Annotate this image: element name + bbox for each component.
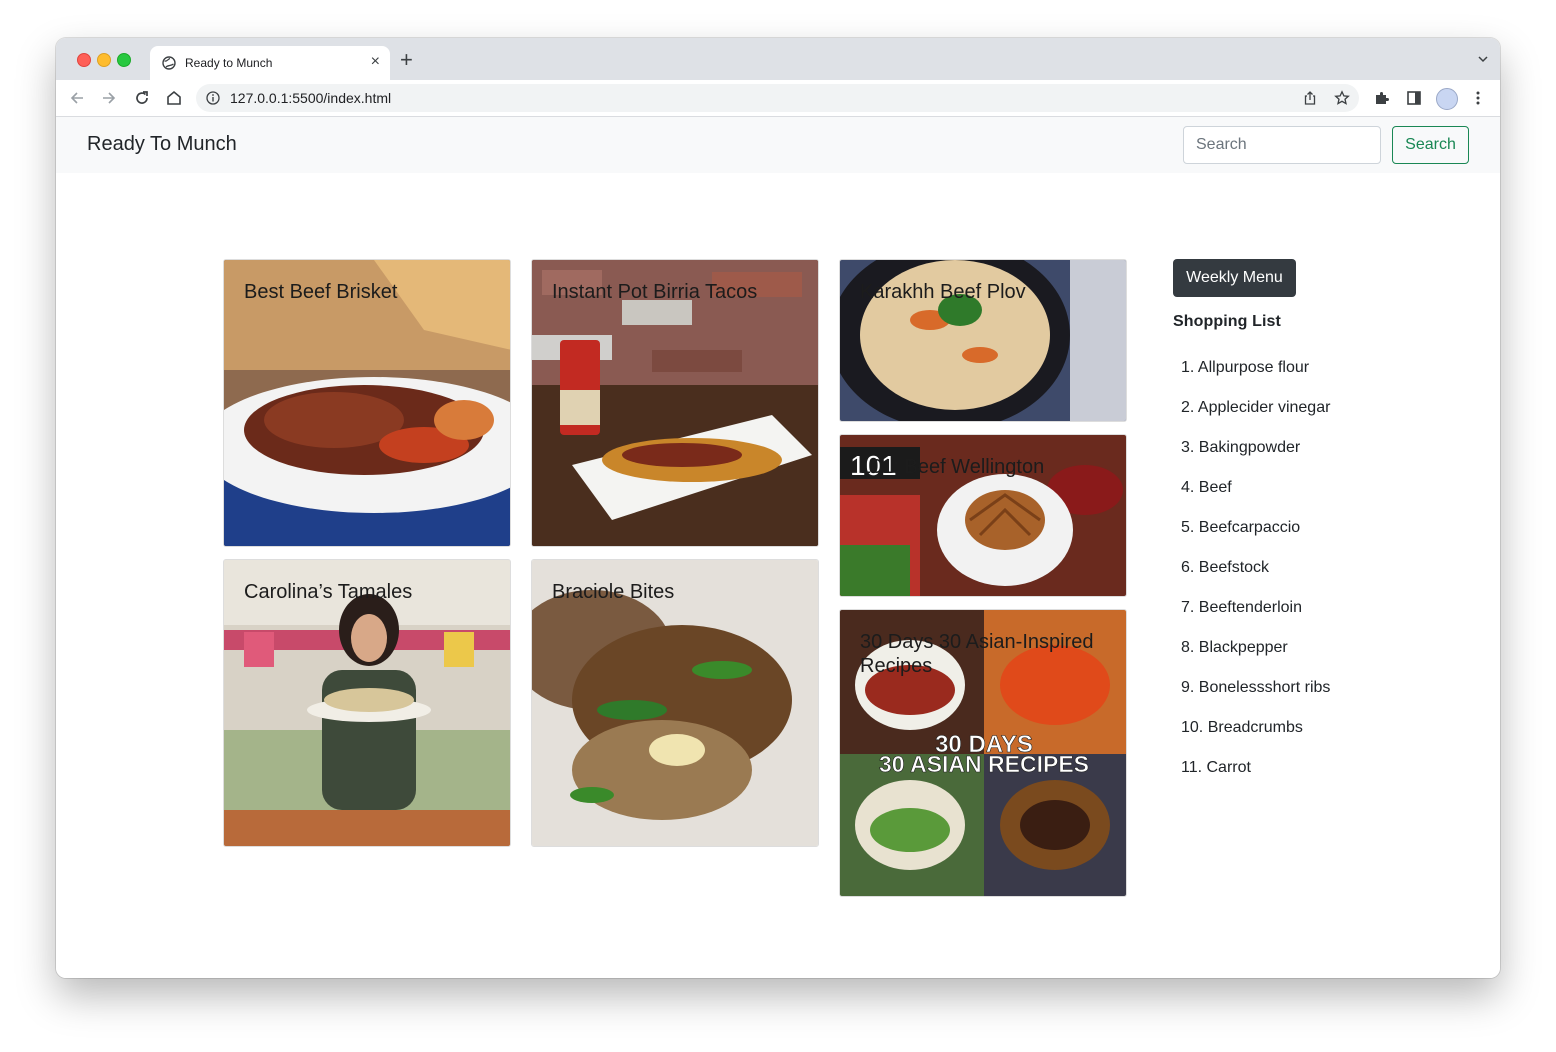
list-item: 4. Beef	[1181, 479, 1232, 496]
recipe-card[interactable]: 30 DAYS 30 ASIAN RECIPES 30 Days 30 Asia…	[839, 609, 1127, 897]
globe-icon	[162, 56, 176, 70]
url-text: 127.0.0.1:5500/index.html	[230, 90, 392, 106]
search-button[interactable]: Search	[1392, 126, 1469, 164]
recipe-title: Karakhh Beef Plov	[860, 281, 1026, 303]
tab-title: Ready to Munch	[185, 56, 273, 70]
side-panel-icon[interactable]	[1406, 90, 1422, 106]
browser-tab[interactable]: Ready to Munch ×	[150, 46, 390, 80]
share-icon[interactable]	[1302, 90, 1318, 106]
recipe-title: Carolina’s Tamales	[244, 581, 413, 603]
browser-toolbar: 127.0.0.1:5500/index.html	[56, 80, 1500, 117]
home-icon[interactable]	[165, 89, 183, 107]
shopping-list: 1. Allpurpose flour 2. Applecider vinega…	[1181, 359, 1330, 799]
recipe-title: Best Beef Brisket	[244, 281, 398, 303]
reload-icon[interactable]	[133, 89, 151, 107]
new-tab-button[interactable]: +	[400, 49, 413, 71]
more-options-icon[interactable]	[1470, 90, 1486, 106]
list-item: 10. Breadcrumbs	[1181, 719, 1303, 736]
info-icon[interactable]	[206, 91, 220, 105]
search-input[interactable]	[1183, 126, 1381, 164]
back-arrow-icon[interactable]	[68, 89, 86, 107]
close-icon[interactable]: ×	[371, 53, 380, 71]
profile-avatar-icon[interactable]	[1436, 88, 1458, 110]
asian-banner-line2: 30 ASIAN RECIPES	[879, 751, 1089, 777]
list-item: 2. Applecider vinegar	[1181, 399, 1331, 416]
list-item: 1. Allpurpose flour	[1181, 359, 1310, 376]
tab-strip: Ready to Munch × +	[56, 38, 1500, 80]
forward-arrow-icon[interactable]	[100, 89, 118, 107]
web-page: Ready To Munch Search Best Beef Brisket	[56, 117, 1500, 978]
shopping-list-title: Shopping List	[1173, 313, 1281, 330]
star-icon[interactable]	[1334, 90, 1350, 106]
list-item: 6. Beefstock	[1181, 559, 1270, 576]
list-item: 5. Beefcarpaccio	[1181, 519, 1301, 536]
close-window-button[interactable]	[77, 53, 91, 67]
list-item: 8. Blackpepper	[1181, 639, 1288, 656]
list-item: 11. Carrot	[1181, 759, 1251, 776]
browser-window: Ready to Munch × + 127.0.0.1:5500/index.…	[56, 38, 1500, 978]
recipe-title: 101: Beef Wellington	[860, 456, 1045, 478]
maximize-window-button[interactable]	[117, 53, 131, 67]
recipe-card[interactable]: Karakhh Beef Plov	[839, 259, 1127, 422]
list-item: 3. Bakingpowder	[1181, 439, 1301, 456]
recipe-card[interactable]: Braciole Bites	[531, 559, 819, 847]
chevron-down-icon[interactable]	[1478, 54, 1488, 64]
list-item: 7. Beeftenderloin	[1181, 599, 1302, 616]
weekly-menu-button[interactable]: Weekly Menu	[1173, 259, 1296, 297]
minimize-window-button[interactable]	[97, 53, 111, 67]
navbar: Ready To Munch Search	[56, 117, 1500, 173]
recipe-card[interactable]: Best Beef Brisket	[223, 259, 511, 547]
recipe-title: Braciole Bites	[552, 581, 675, 603]
address-bar[interactable]: 127.0.0.1:5500/index.html	[196, 84, 1359, 112]
recipe-card[interactable]: Carolina’s Tamales	[223, 559, 511, 847]
recipe-card[interactable]: 101 101: Beef Wellington	[839, 434, 1127, 597]
brand-title[interactable]: Ready To Munch	[87, 133, 237, 156]
extensions-puzzle-icon[interactable]	[1374, 90, 1390, 106]
recipe-title: 30 Days 30 Asian-Inspired Recipes	[860, 631, 1094, 677]
list-item: 9. Bonelessshort ribs	[1181, 679, 1331, 696]
recipe-title: Instant Pot Birria Tacos	[552, 281, 758, 303]
recipe-card[interactable]: Instant Pot Birria Tacos	[531, 259, 819, 547]
